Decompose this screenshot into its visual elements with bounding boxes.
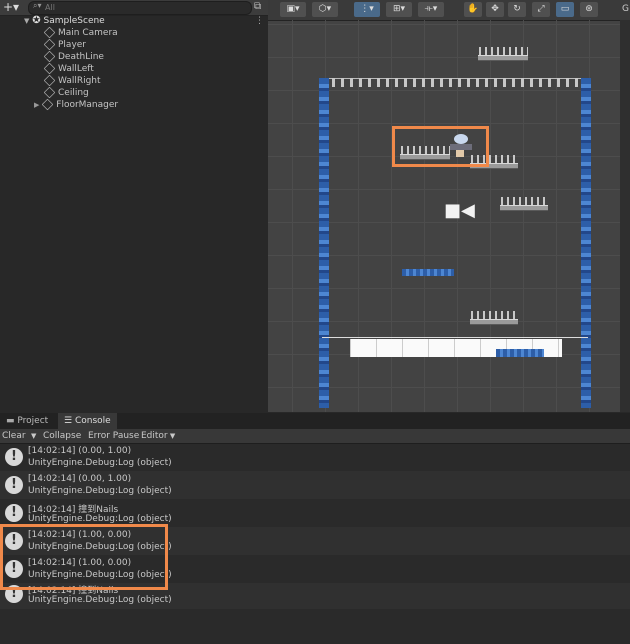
gameobject-icon: [43, 86, 56, 99]
hierarchy-item-label: Ceiling: [58, 88, 89, 98]
log-message: [14:02:14] (0.00, 1.00): [28, 474, 132, 484]
unity-scene-icon: ✪: [32, 15, 41, 26]
hierarchy-item-main-camera[interactable]: Main Camera: [43, 26, 118, 39]
console-toolbar: Clear ▼ Collapse Error Pause Editor ▼: [0, 429, 630, 444]
clear-dropdown-icon[interactable]: ▼: [31, 429, 36, 443]
log-stacktrace: UnityEngine.Debug:Log (object): [28, 595, 172, 605]
scene-root-row[interactable]: ▼ ✪ SampleScene ⋮: [24, 15, 264, 27]
scene-toolbar: ▣▾ ⬡▾ ⋮▾ ⊞▾ ⟛▾ ✋ ✥ ↻ ⤢ ▭ ⊛ G: [268, 0, 630, 21]
hierarchy-item-label: DeathLine: [58, 52, 104, 62]
gameobject-icon: [43, 26, 56, 39]
error-pause-button[interactable]: Error Pause: [88, 429, 139, 443]
clear-button[interactable]: Clear: [2, 429, 26, 443]
spike-platform-d-spikes: [470, 311, 518, 319]
deathline[interactable]: [322, 337, 588, 338]
hand-tool-icon[interactable]: ✋: [464, 2, 482, 17]
move-tool-icon[interactable]: ✥: [486, 2, 504, 17]
hierarchy-item-wallleft[interactable]: WallLeft: [43, 62, 94, 75]
log-entry[interactable]: ! [14:02:14] (0.00, 1.00) UnityEngine.De…: [0, 471, 630, 499]
hierarchy-item-label: WallLeft: [58, 64, 94, 74]
spike-platform-top-spikes: [478, 47, 528, 55]
hierarchy-item-wallright[interactable]: WallRight: [43, 74, 101, 87]
hierarchy-panel: +▾ ⌕▾ All ⧉ ▼ ✪ SampleScene ⋮ Main Camer…: [0, 0, 269, 412]
tab-project-label: Project: [17, 416, 49, 426]
editor-dropdown-button[interactable]: Editor ▼: [141, 429, 175, 443]
camera-icon[interactable]: ■◀: [444, 202, 475, 220]
log-stacktrace: UnityEngine.Debug:Log (object): [28, 458, 172, 468]
wall-left-sprite[interactable]: [319, 78, 329, 408]
hierarchy-item-label: Main Camera: [58, 28, 118, 38]
gameobject-icon: [43, 62, 56, 75]
gameobject-icon: [43, 74, 56, 87]
search-placeholder: All: [45, 3, 55, 12]
tab-console-label: Console: [74, 416, 111, 426]
log-entry[interactable]: ! [14:02:14] 撞到Nails UnityEngine.Debug:L…: [0, 499, 630, 527]
lock-icon[interactable]: ⧉: [254, 1, 261, 12]
editor-label: Editor: [141, 431, 168, 441]
console-panel: ▬ Project ☰ Console Clear ▼ Collapse Err…: [0, 413, 630, 644]
chevron-down-icon[interactable]: ▼: [24, 17, 29, 25]
spike-platform-c[interactable]: [500, 205, 548, 211]
side-strip: [620, 20, 630, 412]
gameobject-icon: [43, 50, 56, 63]
scene-name: SampleScene: [43, 16, 105, 26]
console-icon: ☰: [64, 416, 73, 426]
hierarchy-item-label: FloorManager: [56, 100, 119, 110]
blue-platform-mid[interactable]: [402, 269, 454, 276]
wall-right-sprite[interactable]: [581, 78, 591, 408]
tab-project[interactable]: ▬ Project: [0, 413, 54, 429]
hierarchy-item-label: WallRight: [58, 76, 101, 86]
log-highlight-box: [0, 524, 168, 590]
info-icon: !: [5, 476, 23, 494]
hierarchy-item-floormanager[interactable]: ▶ FloorManager: [34, 98, 119, 111]
hierarchy-item-label: Player: [58, 40, 87, 50]
hierarchy-toolbar: +▾ ⌕▾ All ⧉: [0, 0, 268, 16]
grid-snap-button[interactable]: ⊞▾: [386, 2, 412, 17]
blue-platform-floor[interactable]: [496, 349, 544, 357]
spike-platform-top[interactable]: [478, 55, 528, 61]
gameobject-icon: [41, 98, 54, 111]
gizmo-toggle-button[interactable]: ⋮▾: [354, 2, 380, 17]
side-tab-label[interactable]: G: [622, 4, 629, 14]
hierarchy-item-player[interactable]: Player: [43, 38, 87, 51]
scene-view[interactable]: ▣▾ ⬡▾ ⋮▾ ⊞▾ ⟛▾ ✋ ✥ ↻ ⤢ ▭ ⊛ G ■◀: [268, 0, 630, 412]
gameobject-icon: [43, 38, 56, 51]
transform-tool-icon[interactable]: ⊛: [580, 2, 598, 17]
hierarchy-item-deathline[interactable]: DeathLine: [43, 50, 104, 63]
info-icon: !: [5, 504, 23, 522]
scene-menu-icon[interactable]: ⋮: [255, 15, 264, 27]
folder-icon: ▬: [6, 416, 15, 426]
search-icon: ⌕▾: [33, 1, 42, 10]
bottom-tab-bar: ▬ Project ☰ Console: [0, 413, 630, 429]
hierarchy-search-input[interactable]: ⌕▾ All: [28, 1, 252, 15]
add-icon[interactable]: +▾: [3, 0, 19, 14]
render-mode-button[interactable]: ⬡▾: [312, 2, 338, 17]
selection-highlight-box: [392, 126, 489, 167]
rotate-tool-icon[interactable]: ↻: [508, 2, 526, 17]
tab-console[interactable]: ☰ Console: [58, 413, 117, 429]
rect-tool-icon[interactable]: ▭: [556, 2, 574, 17]
increment-snap-button[interactable]: ⟛▾: [418, 2, 444, 17]
ceiling-spikes[interactable]: [332, 78, 578, 87]
log-stacktrace: UnityEngine.Debug:Log (object): [28, 486, 172, 496]
info-icon: !: [5, 448, 23, 466]
hierarchy-item-ceiling[interactable]: Ceiling: [43, 86, 89, 99]
draw-mode-button[interactable]: ▣▾: [280, 2, 306, 17]
collapse-button[interactable]: Collapse: [43, 429, 81, 443]
log-message: [14:02:14] (0.00, 1.00): [28, 446, 132, 456]
spike-platform-d[interactable]: [470, 319, 518, 325]
log-entry[interactable]: ! [14:02:14] (0.00, 1.00) UnityEngine.De…: [0, 443, 630, 471]
chevron-right-icon[interactable]: ▶: [34, 101, 39, 109]
scale-tool-icon[interactable]: ⤢: [532, 2, 550, 17]
log-stacktrace: UnityEngine.Debug:Log (object): [28, 514, 172, 524]
spike-platform-c-spikes: [500, 197, 548, 205]
